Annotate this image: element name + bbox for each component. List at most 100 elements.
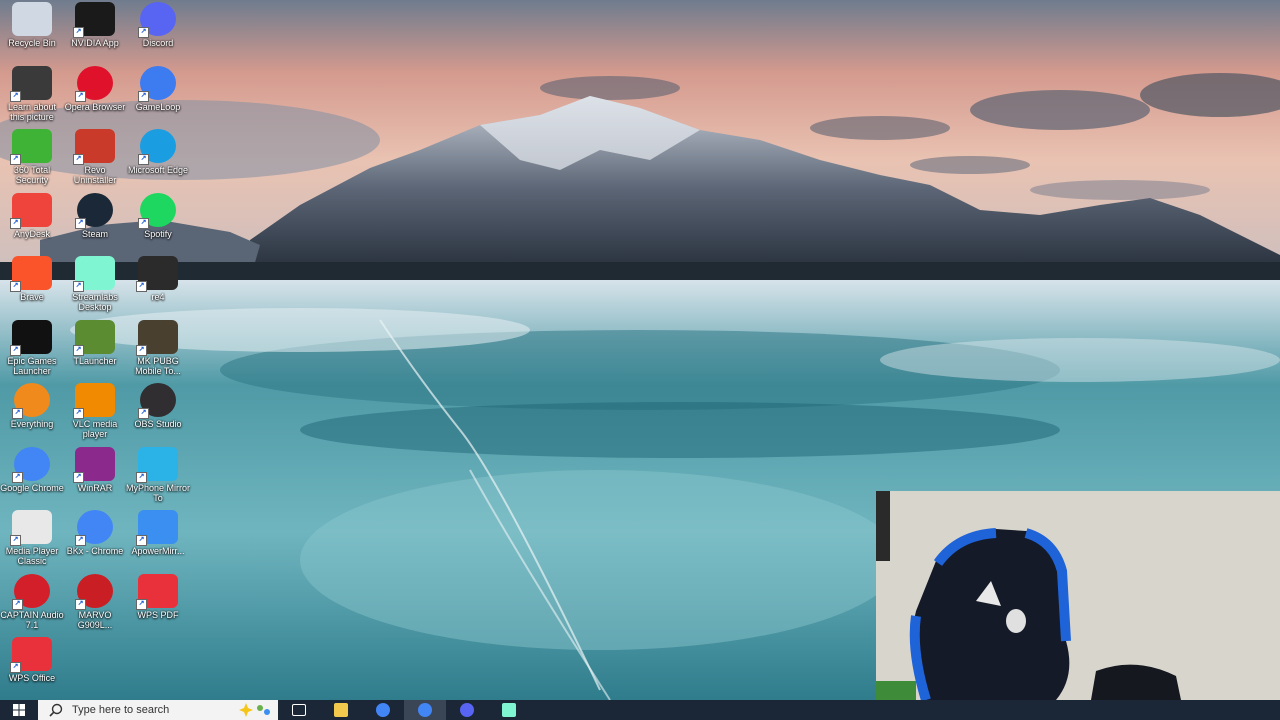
- desktop-icon[interactable]: ↗ Steam: [63, 193, 127, 255]
- desktop-icon-label: Brave: [20, 292, 44, 302]
- desktop-icon-label: WPS PDF: [137, 610, 179, 620]
- obs-icon: ↗: [138, 383, 176, 419]
- taskbar-search-box[interactable]: Type here to search: [38, 700, 278, 720]
- media-player-classic-icon: ↗: [10, 510, 52, 546]
- desktop-icon[interactable]: ↗ 360 Total Security: [0, 129, 64, 191]
- desktop-icon[interactable]: ↗ BKx - Chrome: [63, 510, 127, 572]
- desktop-icon[interactable]: ↗ TLauncher: [63, 320, 127, 382]
- desktop-icon[interactable]: ↗ Google Chrome: [0, 447, 64, 509]
- shortcut-arrow-icon: ↗: [12, 472, 23, 483]
- edge-icon: ↗: [138, 129, 176, 165]
- shortcut-arrow-icon: ↗: [73, 472, 84, 483]
- shortcut-arrow-icon: ↗: [136, 345, 147, 356]
- desktop-icon-label: Everything: [10, 419, 54, 429]
- taskbar-app-button[interactable]: [446, 700, 488, 720]
- shortcut-arrow-icon: ↗: [10, 91, 21, 102]
- desktop-icon[interactable]: ↗ VLC media player: [63, 383, 127, 445]
- myphone-mirror-icon: ↗: [136, 447, 178, 483]
- shortcut-arrow-icon: ↗: [75, 218, 86, 229]
- discord-icon: ↗: [138, 2, 176, 38]
- taskbar-app-button[interactable]: [320, 700, 362, 720]
- desktop-icon[interactable]: ↗ GameLoop: [126, 66, 190, 128]
- tlauncher-icon: ↗: [73, 320, 115, 356]
- anydesk-icon: ↗: [10, 193, 52, 229]
- desktop-icon[interactable]: ↗ OBS Studio: [126, 383, 190, 445]
- pubg-mobile-icon: ↗: [136, 320, 178, 356]
- gameloop-icon: ↗: [138, 66, 176, 102]
- desktop-icon-label: OBS Studio: [134, 419, 182, 429]
- shortcut-arrow-icon: ↗: [10, 345, 21, 356]
- desktop-icon-label: 360 Total Security: [13, 165, 51, 185]
- desktop-icon-label: Google Chrome: [0, 483, 64, 493]
- wps-office-icon: ↗: [10, 637, 52, 673]
- desktop-icon-label: WinRAR: [77, 483, 113, 493]
- desktop-icon-label: Learn about this picture: [7, 102, 57, 122]
- desktop-icon[interactable]: ↗ CAPTAIN Audio 7.1: [0, 574, 64, 636]
- desktop-icon[interactable]: ↗ ApowerMirr...: [126, 510, 190, 572]
- taskbar-app-button[interactable]: [488, 700, 530, 720]
- desktop-icon[interactable]: Recycle Bin: [0, 2, 64, 64]
- desktop-icon[interactable]: ↗ WPS PDF: [126, 574, 190, 636]
- desktop-icon[interactable]: ↗ NVIDIA App: [63, 2, 127, 64]
- desktop-icon-label: Recycle Bin: [8, 38, 56, 48]
- shortcut-arrow-icon: ↗: [12, 599, 23, 610]
- taskbar-app-button[interactable]: [278, 700, 320, 720]
- everything-icon: ↗: [12, 383, 50, 419]
- start-button[interactable]: [0, 700, 38, 720]
- chrome-icon: [376, 703, 390, 717]
- desktop-icon-label: MK PUBG Mobile To...: [135, 356, 181, 376]
- windows-logo-icon: [13, 704, 25, 716]
- desktop-icon-label: Streamlabs Desktop: [72, 292, 118, 312]
- desktop-icon[interactable]: ↗ MK PUBG Mobile To...: [126, 320, 190, 382]
- desktop-icon-label: ApowerMirr...: [131, 546, 185, 556]
- captain-audio-icon: ↗: [12, 574, 50, 610]
- desktop-icon[interactable]: ↗ MyPhone Mirror To: [126, 447, 190, 509]
- shortcut-arrow-icon: ↗: [12, 408, 23, 419]
- shortcut-arrow-icon: ↗: [10, 218, 21, 229]
- opera-icon: ↗: [75, 66, 113, 102]
- desktop-icon-label: CAPTAIN Audio 7.1: [0, 610, 64, 630]
- desktop-icon[interactable]: ↗ Revo Uninstaller: [63, 129, 127, 191]
- desktop-icon[interactable]: ↗ Spotify: [126, 193, 190, 255]
- desktop-icon[interactable]: ↗ Epic Games Launcher: [0, 320, 64, 382]
- desktop-icon[interactable]: ↗ MARVO G909L...: [63, 574, 127, 636]
- file-explorer-icon: [334, 703, 348, 717]
- desktop-icon-label: BKx - Chrome: [66, 546, 124, 556]
- taskbar-app-button[interactable]: [362, 700, 404, 720]
- desktop-icon-label: MyPhone Mirror To: [126, 483, 191, 503]
- desktop-icon[interactable]: ↗ WPS Office: [0, 637, 64, 699]
- shortcut-arrow-icon: ↗: [73, 281, 84, 292]
- desktop-icon-label: TLauncher: [73, 356, 117, 366]
- revo-uninstaller-icon: ↗: [73, 129, 115, 165]
- desktop-icon[interactable]: ↗ WinRAR: [63, 447, 127, 509]
- desktop-icon[interactable]: ↗ AnyDesk: [0, 193, 64, 255]
- chrome-profile-icon: ↗: [75, 510, 113, 546]
- desktop-icon[interactable]: ↗ Everything: [0, 383, 64, 445]
- shortcut-arrow-icon: ↗: [138, 218, 149, 229]
- shortcut-arrow-icon: ↗: [10, 154, 21, 165]
- shortcut-arrow-icon: ↗: [73, 154, 84, 165]
- apowermirror-icon: ↗: [136, 510, 178, 546]
- task-view-icon: [292, 704, 306, 716]
- shortcut-arrow-icon: ↗: [75, 535, 86, 546]
- taskbar-app-button[interactable]: [404, 700, 446, 720]
- steam-icon: ↗: [75, 193, 113, 229]
- desktop-icon[interactable]: ↗ Microsoft Edge: [126, 129, 190, 191]
- shortcut-arrow-icon: ↗: [10, 662, 21, 673]
- desktop-icon-label: Epic Games Launcher: [7, 356, 57, 376]
- desktop-icon[interactable]: ↗ Opera Browser: [63, 66, 127, 128]
- chrome-profile-icon: [418, 703, 432, 717]
- desktop-icon[interactable]: ↗ Brave: [0, 256, 64, 318]
- desktop-icon[interactable]: ↗ Streamlabs Desktop: [63, 256, 127, 318]
- shortcut-arrow-icon: ↗: [73, 408, 84, 419]
- desktop-icon-label: MARVO G909L...: [77, 610, 113, 630]
- shortcut-arrow-icon: ↗: [138, 408, 149, 419]
- shortcut-arrow-icon: ↗: [73, 27, 84, 38]
- shortcut-arrow-icon: ↗: [136, 281, 147, 292]
- desktop-icon[interactable]: ↗ Learn about this picture: [0, 66, 64, 128]
- taskbar-app-list: [278, 700, 530, 720]
- desktop-icon[interactable]: ↗ Discord: [126, 2, 190, 64]
- desktop-icon[interactable]: ↗ Media Player Classic: [0, 510, 64, 572]
- desktop-icon[interactable]: ↗ re4: [126, 256, 190, 318]
- spotify-icon: ↗: [138, 193, 176, 229]
